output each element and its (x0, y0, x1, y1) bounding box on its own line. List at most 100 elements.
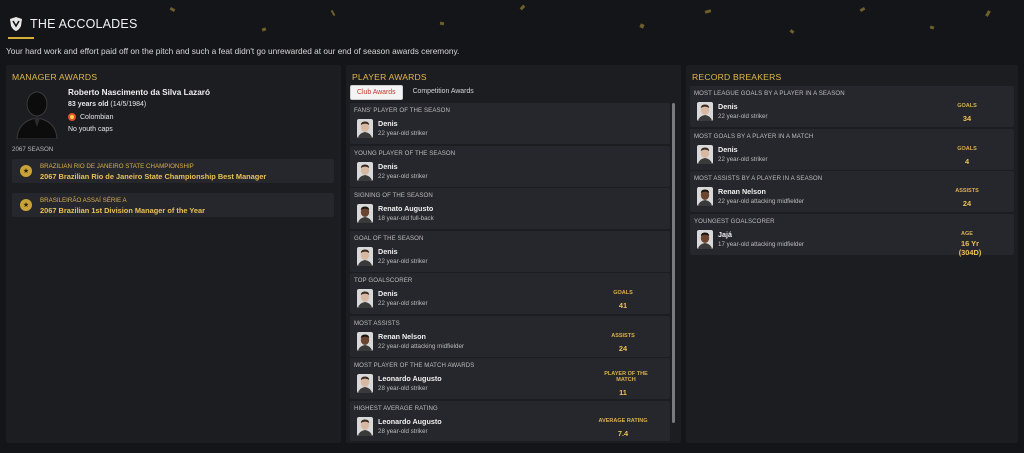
award-category: YOUNGEST GOALSCORER (694, 217, 775, 225)
player-face-icon (357, 331, 373, 351)
player-face-icon (357, 289, 373, 308)
stat-value: 16 Yr (304D) (958, 238, 982, 257)
award-item[interactable]: FANS' PLAYER OF THE SEASON Denis 22 year-o… (350, 103, 670, 144)
manager-silhouette-icon (16, 91, 58, 139)
award-category: FANS' PLAYER OF THE SEASON (354, 107, 450, 114)
season-label: 2067 SEASON (12, 146, 54, 153)
player-name[interactable]: Denis (378, 247, 398, 256)
player-description: 22 year-old striker (378, 130, 428, 137)
award-item[interactable]: GOAL OF THE SEASON Denis 22 year-old strik… (350, 230, 670, 272)
player-description: 22 year-old striker (378, 257, 428, 265)
page-title: THE ACCOLADES (30, 17, 138, 31)
stat-label: ASSISTS (955, 188, 979, 194)
player-name[interactable]: Renato Augusto (378, 204, 433, 213)
player-face-icon (357, 119, 373, 138)
award-item[interactable]: MOST LEAGUE GOALS BY A PLAYER IN A SEASO… (690, 86, 1014, 127)
award-category: MOST LEAGUE GOALS BY A PLAYER IN A SEASO… (694, 90, 845, 97)
player-name[interactable]: Leonardo Augusto (378, 417, 442, 426)
tab-competition-awards[interactable]: Competition Awards (407, 85, 480, 100)
player-description: 22 year-old striker (718, 155, 768, 163)
award-item[interactable]: MOST ASSISTS BY A PLAYER IN A SEASON Rena… (690, 171, 1014, 212)
player-awards-list: FANS' PLAYER OF THE SEASON Denis 22 year-o… (350, 103, 670, 441)
award-name: 2067 Brazilian Rio de Janeiro State Cham… (40, 172, 267, 181)
player-face-icon (357, 246, 373, 266)
award-item[interactable]: TOP GOALSCORER Denis 22 year-old striker GO… (350, 273, 670, 314)
player-awards-panel: PLAYER AWARDS Club Awards Competition Aw… (346, 65, 681, 443)
player-name[interactable]: Denis (718, 145, 738, 154)
stat-label: GOALS (957, 145, 977, 152)
player-name[interactable]: Renan Nelson (378, 332, 426, 341)
award-item[interactable]: YOUNGEST GOALSCORER Jajá 17 year-old attac… (690, 213, 1014, 257)
player-description: 28 year-old striker (378, 385, 428, 392)
award-category: MOST PLAYER OF THE MATCH AWARDS (354, 362, 475, 369)
manager-dob: (14/5/1984) (110, 101, 147, 108)
player-awards-title: PLAYER AWARDS (352, 72, 427, 82)
stat-value: 11 (619, 388, 627, 397)
title-underline (8, 37, 34, 39)
manager-awards-title: MANAGER AWARDS (12, 72, 98, 82)
award-name: 2067 Brazilian 1st Division Manager of t… (40, 206, 205, 215)
player-name[interactable]: Renan Nelson (718, 187, 766, 196)
stat-label: ASSISTS (611, 332, 635, 339)
tab-club-awards[interactable]: Club Awards (350, 85, 403, 100)
award-item[interactable]: MOST ASSISTS Renan Nelson 22 year-old atta… (350, 315, 670, 357)
player-face-icon (357, 161, 373, 181)
manager-age-years: 83 years old (68, 101, 109, 108)
player-face-icon (357, 416, 373, 436)
manager-award-row[interactable]: ★ BRASILEIRÃO ASSAÍ SÉRIE A 2067 Brazili… (12, 193, 334, 217)
award-item[interactable]: YOUNG PLAYER OF THE SEASON Denis 22 year-o… (350, 145, 670, 187)
player-description: 22 year-old attacking midfielder (378, 342, 464, 350)
stat-label: GOALS (613, 290, 633, 296)
player-name[interactable]: Jajá (718, 230, 732, 239)
award-item[interactable]: MOST PLAYER OF THE MATCH AWARDS Leonardo … (350, 358, 670, 399)
manager-caps: No youth caps (68, 126, 113, 133)
stat-value: 4 (964, 156, 970, 166)
stat-label: AVERAGE RATING (598, 417, 648, 424)
player-description: 22 year-old striker (718, 113, 768, 120)
player-face-icon (697, 144, 713, 164)
manager-age: 83 years old (14/5/1984) (68, 101, 146, 108)
award-category: SIGNING OF THE SEASON (354, 192, 433, 199)
player-name[interactable]: Leonardo Augusto (378, 374, 442, 383)
awards-tabs: Club Awards Competition Awards (350, 85, 484, 100)
manager-awards-panel: MANAGER AWARDS Roberto Nascimento da Sil… (6, 65, 341, 443)
manager-name[interactable]: Roberto Nascimento da Silva Lazaró (68, 88, 210, 97)
player-description: 18 year-old full-back (378, 215, 434, 222)
player-face-icon (357, 374, 373, 393)
player-description: 22 year-old attacking midfielder (718, 198, 804, 205)
player-name[interactable]: Denis (378, 289, 398, 298)
manager-nationality: Colombian (68, 113, 113, 121)
award-category: MOST ASSISTS BY A PLAYER IN A SEASON (694, 175, 823, 182)
record-breakers-panel: RECORD BREAKERS MOST LEAGUE GOALS BY A P… (686, 65, 1018, 443)
player-name[interactable]: Denis (378, 162, 398, 171)
manager-award-row[interactable]: ★ BRAZILIAN RIO DE JANEIRO STATE CHAMPIO… (12, 159, 334, 183)
award-item[interactable]: HIGHEST AVERAGE RATING Leonardo Augusto 28… (350, 400, 670, 441)
page-subtitle: Your hard work and effort paid off on th… (6, 46, 460, 56)
colombia-flag-icon (68, 113, 76, 121)
stat-value: 24 (962, 199, 972, 208)
player-name[interactable]: Denis (378, 119, 398, 128)
player-description: 28 year-old striker (378, 427, 428, 435)
stat-value: 24 (618, 343, 628, 353)
award-category: MOST GOALS BY A PLAYER IN A MATCH (694, 132, 814, 140)
award-category: YOUNG PLAYER OF THE SEASON (354, 149, 456, 157)
stat-label: GOALS (957, 103, 977, 109)
award-item[interactable]: MOST GOALS BY A PLAYER IN A MATCH Denis 22… (690, 128, 1014, 170)
player-description: 22 year-old striker (378, 300, 428, 307)
award-competition[interactable]: BRASILEIRÃO ASSAÍ SÉRIE A (40, 197, 127, 204)
stat-value: 41 (618, 301, 628, 310)
award-category: TOP GOALSCORER (354, 277, 413, 284)
scrollbar[interactable] (672, 103, 675, 423)
page-header: THE ACCOLADES (8, 13, 138, 35)
player-face-icon (697, 102, 713, 121)
award-category: MOST ASSISTS (354, 319, 400, 327)
trophy-icon: ★ (20, 165, 32, 177)
award-category: HIGHEST AVERAGE RATING (354, 404, 438, 412)
award-competition[interactable]: BRAZILIAN RIO DE JANEIRO STATE CHAMPIONS… (40, 163, 194, 170)
trophy-icon: ★ (20, 199, 32, 211)
player-name[interactable]: Denis (718, 102, 738, 111)
stat-label: PLAYER OF THE MATCH (604, 371, 648, 383)
record-breakers-title: RECORD BREAKERS (692, 72, 782, 82)
award-item[interactable]: SIGNING OF THE SEASON Renato Augusto 18 ye… (350, 188, 670, 229)
player-face-icon (697, 187, 713, 206)
